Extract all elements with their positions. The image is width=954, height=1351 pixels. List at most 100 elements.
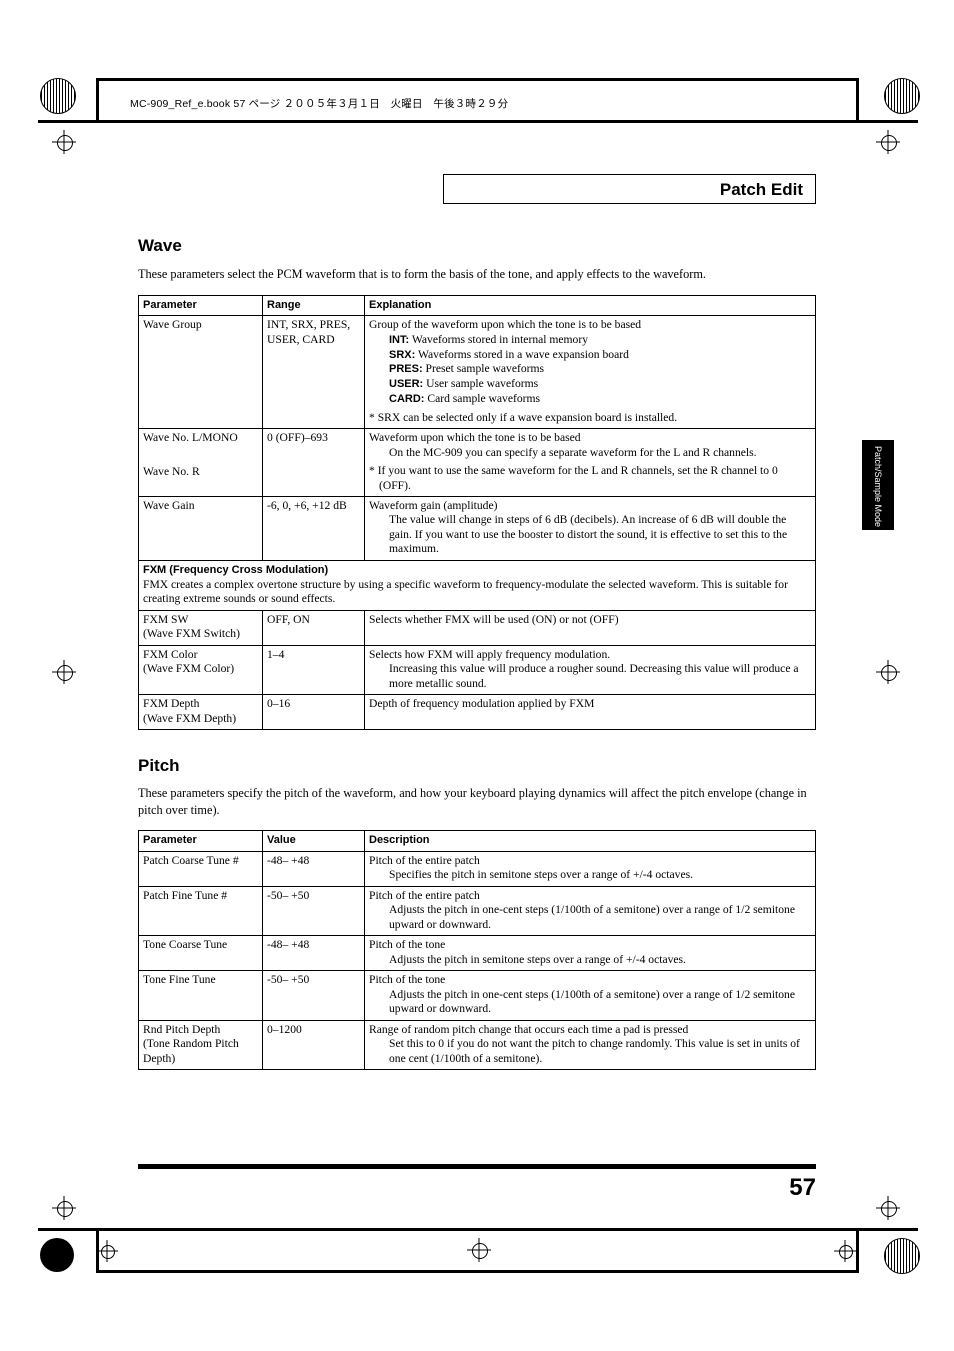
parameter-name: FXM Color bbox=[143, 647, 198, 661]
footer-rule bbox=[138, 1164, 816, 1169]
table-row: Wave Group INT, SRX, PRES, USER, CARD Gr… bbox=[138, 315, 816, 430]
definition-text: Card sample waveforms bbox=[427, 391, 541, 405]
halftone-registration-mark-top-left bbox=[40, 78, 76, 114]
definition-term: SRX: bbox=[389, 348, 416, 361]
explanation-note: * SRX can be selected only if a wave exp… bbox=[369, 410, 678, 424]
cell-explanation: Depth of frequency modulation applied by… bbox=[364, 694, 816, 731]
table-row: Tone Fine Tune -50– +50 Pitch of the ton… bbox=[138, 970, 816, 1021]
corner-rule-bottom-left-v bbox=[96, 1228, 99, 1273]
parameter-alias: (Wave FXM Depth) bbox=[143, 711, 237, 725]
section-intro-wave: These parameters select the PCM waveform… bbox=[138, 267, 706, 281]
cell-parameter: Rnd Pitch Depth (Tone Random Pitch Depth… bbox=[138, 1019, 263, 1071]
definition-text: Waveforms stored in internal memory bbox=[411, 332, 589, 346]
page-number: 57 bbox=[789, 1174, 816, 1201]
cell-range: 0–16 bbox=[262, 694, 365, 731]
running-head-title: Patch Edit bbox=[719, 180, 803, 199]
cell-range: 0 (OFF)–693 bbox=[262, 428, 365, 497]
crop-mark-right-middle-circle bbox=[881, 665, 897, 681]
cell-description: Pitch of the tone Adjusts the pitch in o… bbox=[364, 970, 816, 1021]
explanation-sub: On the MC-909 you can specify a separate… bbox=[389, 445, 757, 459]
cell-parameter: Tone Fine Tune bbox=[138, 970, 263, 1021]
cell-parameter: FXM SW (Wave FXM Switch) bbox=[138, 609, 263, 646]
column-header-range: Range bbox=[262, 294, 365, 317]
definition-card: CARD: Card sample waveforms bbox=[389, 392, 811, 407]
description-main: Pitch of the entire patch bbox=[369, 853, 480, 867]
crop-mark-left-middle-circle bbox=[57, 665, 73, 681]
section-title-wave: Wave bbox=[138, 236, 182, 255]
crop-mark-top-left-circle bbox=[57, 135, 73, 151]
column-header-description: Description bbox=[364, 830, 816, 852]
table-row-fxm-intro: FXM (Frequency Cross Modulation) FMX cre… bbox=[138, 559, 816, 611]
definition-text: Preset sample waveforms bbox=[425, 362, 545, 376]
cell-explanation: Waveform gain (amplitude) The value will… bbox=[364, 496, 816, 561]
cell-explanation: Selects how FXM will apply frequency mod… bbox=[364, 644, 816, 696]
crop-mark-bottom-left-circle bbox=[57, 1201, 73, 1217]
description-main: Pitch of the tone bbox=[369, 938, 446, 952]
column-header-explanation: Explanation bbox=[364, 294, 816, 317]
header-rule-top bbox=[96, 78, 858, 81]
cell-value: -50– +50 bbox=[262, 970, 365, 1021]
definition-term: INT: bbox=[389, 333, 410, 346]
parameter-alias-line2: Depth) bbox=[143, 1051, 176, 1065]
cell-value: -48– +48 bbox=[262, 935, 365, 972]
wave-parameter-table: Parameter Range Explanation Wave Group I… bbox=[138, 294, 816, 731]
definition-int: INT: Waveforms stored in internal memory bbox=[389, 333, 811, 348]
cell-explanation: Selects whether FMX will be used (ON) or… bbox=[364, 609, 816, 646]
cell-range: OFF, ON bbox=[262, 609, 365, 646]
cell-range: INT, SRX, PRES, USER, CARD bbox=[262, 315, 365, 430]
description-sub: Specifies the pitch in semitone steps ov… bbox=[389, 868, 694, 882]
cell-parameter: Patch Coarse Tune # bbox=[138, 850, 263, 887]
cell-explanation: Group of the waveform upon which the ton… bbox=[364, 315, 816, 430]
table-row: Wave No. L/MONO 0 (OFF)–693 Waveform upo… bbox=[138, 428, 816, 497]
fxm-description: FMX creates a complex overtone structure… bbox=[143, 577, 788, 606]
solid-registration-mark-bottom-left bbox=[40, 1238, 74, 1272]
explanation-main: Waveform upon which the tone is to be ba… bbox=[369, 431, 581, 445]
cell-explanation: Waveform upon which the tone is to be ba… bbox=[364, 428, 816, 497]
column-header-value: Value bbox=[262, 830, 365, 852]
page-content: Wave These parameters select the PCM wav… bbox=[138, 236, 816, 1071]
table-row: FXM Depth (Wave FXM Depth) 0–16 Depth of … bbox=[138, 694, 816, 731]
header-rule-bottom bbox=[96, 120, 858, 123]
side-tab-patch-sample-mode: Patch/Sample Mode bbox=[862, 440, 894, 530]
book-file-stamp: MC-909_Ref_e.book 57 ページ ２００５年３月１日 火曜日 午… bbox=[130, 98, 509, 110]
explanation-main: Group of the waveform upon which the ton… bbox=[369, 318, 642, 332]
crop-mark-bottom-right-circle bbox=[881, 1201, 897, 1217]
explanation-main: Waveform gain (amplitude) bbox=[369, 499, 498, 512]
description-main: Pitch of the entire patch bbox=[369, 888, 480, 902]
table-header-row: Parameter Value Description bbox=[138, 830, 816, 852]
description-sub: Adjusts the pitch in semitone steps over… bbox=[389, 952, 686, 966]
table-header-row: Parameter Range Explanation bbox=[138, 294, 816, 317]
description-sub: Set this to 0 if you do not want the pit… bbox=[389, 1037, 800, 1065]
description-main: Pitch of the tone bbox=[369, 973, 446, 987]
cell-value: 0–1200 bbox=[262, 1019, 365, 1071]
corner-rule-bottom-right-v bbox=[856, 1228, 859, 1273]
explanation-sub: Increasing this value will produce a rou… bbox=[389, 662, 799, 690]
footer-rule-bottom bbox=[96, 1270, 858, 1273]
side-tab-label: Patch/Sample Mode bbox=[873, 446, 883, 528]
crop-mark-bottom-center-circle bbox=[472, 1243, 488, 1259]
corner-rule-top-right-v bbox=[856, 78, 859, 123]
cell-parameter: FXM Color (Wave FXM Color) bbox=[138, 644, 263, 696]
halftone-registration-mark-bottom-right bbox=[884, 1238, 920, 1274]
column-header-parameter: Parameter bbox=[138, 294, 263, 317]
column-header-parameter: Parameter bbox=[138, 830, 263, 852]
cell-description: Pitch of the entire patch Specifies the … bbox=[364, 850, 816, 887]
parameter-name: FXM Depth bbox=[143, 697, 200, 711]
cell-parameter: Wave No. L/MONO bbox=[138, 428, 263, 463]
description-sub: Adjusts the pitch in one-cent steps (1/1… bbox=[389, 987, 796, 1016]
section-intro-pitch: These parameters specify the pitch of th… bbox=[138, 786, 807, 817]
corner-rule-bottom-right-h bbox=[856, 1228, 918, 1231]
table-row: FXM SW (Wave FXM Switch) OFF, ON Selects … bbox=[138, 609, 816, 646]
cell-parameter: Patch Fine Tune # bbox=[138, 885, 263, 937]
corner-rule-top-left-h bbox=[38, 120, 98, 123]
cell-parameter: Tone Coarse Tune bbox=[138, 935, 263, 972]
definition-text: Waveforms stored in a wave expansion boa… bbox=[417, 347, 629, 361]
table-row: Wave Gain -6, 0, +6, +12 dB Waveform gai… bbox=[138, 496, 816, 561]
parameter-alias: (Wave FXM Switch) bbox=[143, 627, 240, 641]
cell-description: Range of random pitch change that occurs… bbox=[364, 1019, 816, 1071]
cell-range: -6, 0, +6, +12 dB bbox=[262, 496, 365, 561]
cell-fxm-intro: FXM (Frequency Cross Modulation) FMX cre… bbox=[138, 559, 816, 611]
parameter-name: FXM SW bbox=[143, 612, 189, 626]
table-row: FXM Color (Wave FXM Color) 1–4 Selects ho… bbox=[138, 644, 816, 696]
definition-term: CARD: bbox=[389, 392, 425, 405]
